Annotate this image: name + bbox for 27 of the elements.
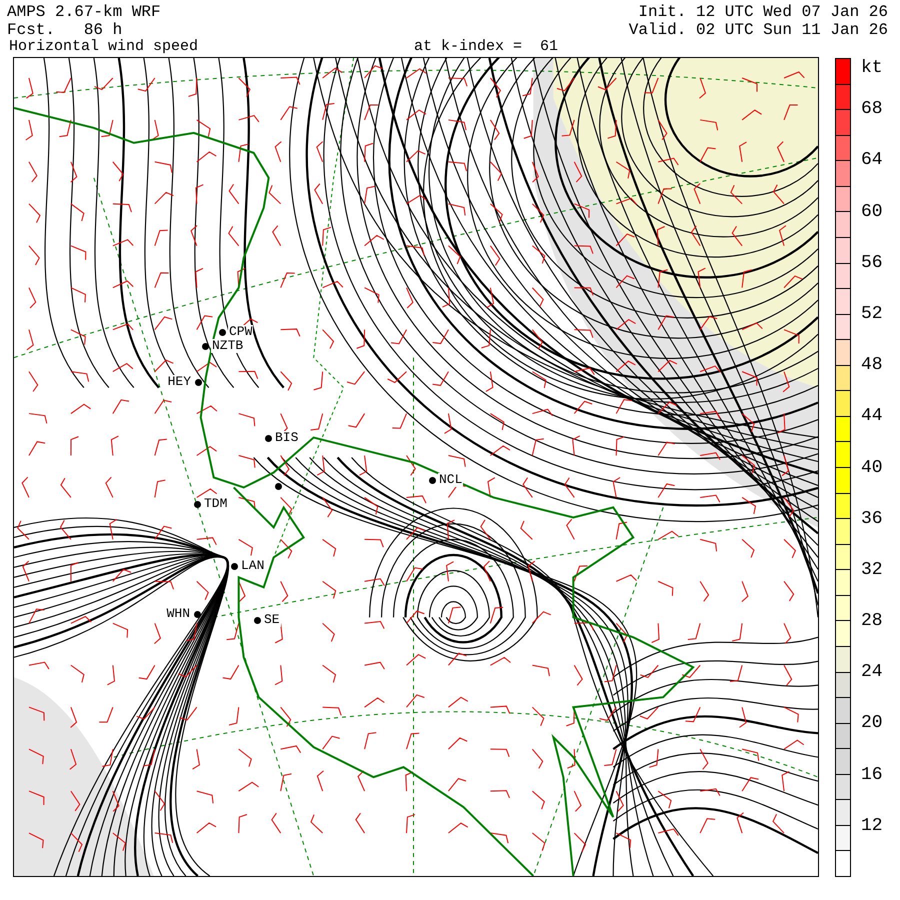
colorbar-tick-label: 12: [861, 816, 883, 836]
colorbar-tick-label: 56: [861, 252, 883, 273]
colorbar-tick-label: 24: [861, 662, 883, 682]
colorbar-tick-label: 16: [861, 764, 883, 785]
colorbar-tick-label: 20: [861, 713, 883, 734]
colorbar-tick-label: 40: [861, 458, 883, 478]
station-label: NZTB: [211, 339, 244, 353]
station-label: NCL: [438, 473, 464, 487]
colorbar-unit: kt: [861, 58, 883, 78]
colorbar-tick-label: 28: [861, 611, 883, 632]
colorbar-tick-label: 32: [861, 560, 883, 580]
model-title: AMPS 2.67-km WRF: [7, 3, 161, 21]
colorbar-tick-label: 36: [861, 508, 883, 529]
station-label: HEY: [166, 375, 192, 389]
station-label: SE: [263, 613, 281, 627]
colorbar-tick-label: 60: [861, 202, 883, 222]
init-time: Init. 12 UTC Wed 07 Jan 26: [638, 3, 888, 21]
field-title: Horizontal wind speed: [9, 39, 200, 55]
colorbar-tick-label: 44: [861, 406, 883, 426]
colorbar-tick-label: 68: [861, 99, 883, 120]
colorbar-tick-label: 52: [861, 304, 883, 324]
forecast-hour: Fcst. 86 h: [7, 21, 124, 39]
station-label: CPW: [228, 325, 254, 339]
level-label: at k-index = 61: [414, 39, 558, 55]
colorbar-tick-label: 48: [861, 355, 883, 376]
valid-time: Valid. 02 UTC Sun 11 Jan 26: [628, 21, 888, 39]
colorbar-tick-label: 64: [861, 150, 883, 170]
